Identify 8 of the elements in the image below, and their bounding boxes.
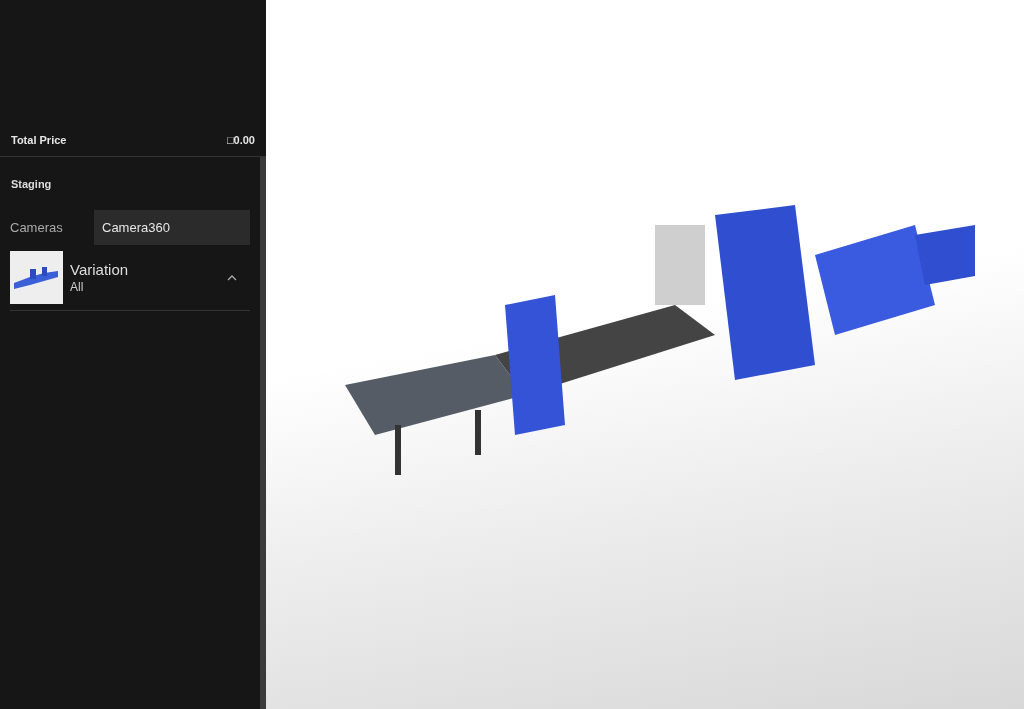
variation-value: All — [70, 280, 85, 294]
cameras-label: Cameras — [10, 220, 64, 235]
total-price-label: Total Price — [11, 133, 67, 146]
total-price-value: □0.00 — [226, 133, 255, 146]
section-title: Staging — [11, 178, 53, 190]
chevron-icon[interactable] — [226, 273, 238, 282]
camera-select[interactable]: Camera360 — [94, 210, 250, 245]
variation-title: Variation — [70, 261, 130, 278]
